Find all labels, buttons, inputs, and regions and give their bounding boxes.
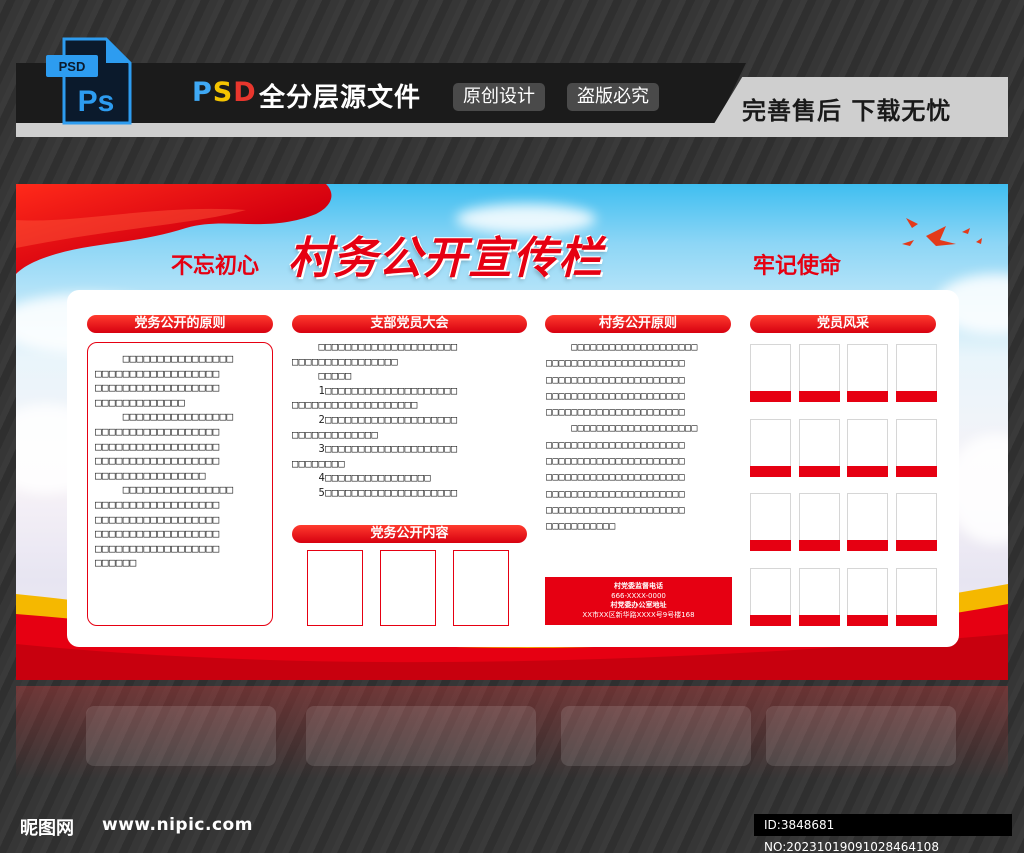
member-photo-placeholder: [895, 567, 937, 626]
content-frame: [380, 550, 436, 626]
member-photo-placeholder: [750, 493, 791, 551]
board-reflection: [16, 686, 1008, 796]
content-frame: [307, 550, 363, 626]
psd-badge-text: PSD: [59, 59, 86, 74]
member-photo-placeholder: [798, 344, 840, 402]
member-photo-placeholder: [847, 344, 888, 402]
contact-line: 村党委办公室地址: [610, 601, 667, 609]
member-photo-placeholder: [798, 567, 840, 626]
village-principle-text: □□□□□□□□□□□□□□□□□□□□ □□□□□□□□□□□□□□□□□□□…: [546, 342, 698, 533]
section-header-party-principle: 党务公开的原则: [87, 315, 273, 333]
contact-box: 村党委监督电话 666-XXXX-0000 村党委办公室地址 XX市XX区新华路…: [545, 577, 732, 625]
header-title: 全分层源文件: [259, 83, 422, 113]
member-photo-placeholder: [750, 418, 791, 477]
member-photo-placeholder: [847, 418, 888, 477]
after-sales-slogan: 完善售后 下载无忧: [742, 97, 952, 125]
reflection-shape: [561, 706, 751, 766]
contact-phone: 666-XXXX-0000: [611, 591, 666, 600]
member-photo-placeholder: [798, 418, 840, 477]
section-header-party-content: 党务公开内容: [292, 525, 527, 543]
site-url[interactable]: www.nipic.com: [102, 815, 253, 835]
reflection-shape: [306, 706, 536, 766]
section-header-member-style: 党员风采: [750, 315, 936, 333]
branch-meeting-text: □□□□□□□□□□□□□□□□□□□□□ □□□□□□□□□□□□□□□□ □…: [292, 341, 458, 499]
member-photo-placeholder: [798, 493, 840, 551]
image-id: ID:3848681 NO:20231019091028464108: [754, 814, 1012, 853]
promo-header: PSD Ps PSD 全分层源文件 原创设计 盗版必究 完善售后 下载无忧: [16, 37, 1008, 137]
original-design-badge: 原创设计: [453, 83, 545, 111]
slogan-right: 牢记使命: [753, 254, 842, 279]
psd-label: PSD: [192, 77, 257, 108]
member-photo-placeholder: [895, 344, 937, 402]
contact-line: 村党委监督电话: [614, 582, 663, 590]
slogan-left: 不忘初心: [171, 254, 260, 279]
board-title: 村务公开宣传栏: [288, 233, 603, 284]
member-photo-placeholder: [847, 567, 888, 626]
content-frame: [453, 550, 509, 626]
contact-address: XX市XX区新华路XXXX号9号楼168: [582, 610, 695, 619]
bulletin-board: 不忘初心 村务公开宣传栏 牢记使命 党务公开的原则 □□□□□□□□□□□□□□…: [16, 184, 1008, 680]
anti-piracy-badge: 盗版必究: [567, 83, 659, 111]
ps-letters: Ps: [78, 85, 115, 118]
reflection-shape: [766, 706, 956, 766]
member-photo-placeholder: [750, 344, 791, 402]
member-photo-placeholder: [847, 493, 888, 551]
content-panel: 党务公开的原则 □□□□□□□□□□□□□□□□ □□□□□□□□□□□□□□□…: [67, 290, 959, 647]
reflection-shape: [86, 706, 276, 766]
section-header-village-principle: 村务公开原则: [545, 315, 731, 333]
photoshop-file-icon: PSD Ps: [46, 37, 132, 125]
section-header-branch-meeting: 支部党员大会: [292, 315, 527, 333]
member-photo-placeholder: [895, 418, 937, 477]
site-logo: 昵图网: [20, 818, 74, 839]
member-photo-placeholder: [895, 493, 937, 551]
party-principle-text: □□□□□□□□□□□□□□□□ □□□□□□□□□□□□□□□□□□ □□□□…: [95, 352, 234, 570]
member-photo-placeholder: [750, 567, 791, 626]
doves-decoration: [902, 218, 982, 246]
